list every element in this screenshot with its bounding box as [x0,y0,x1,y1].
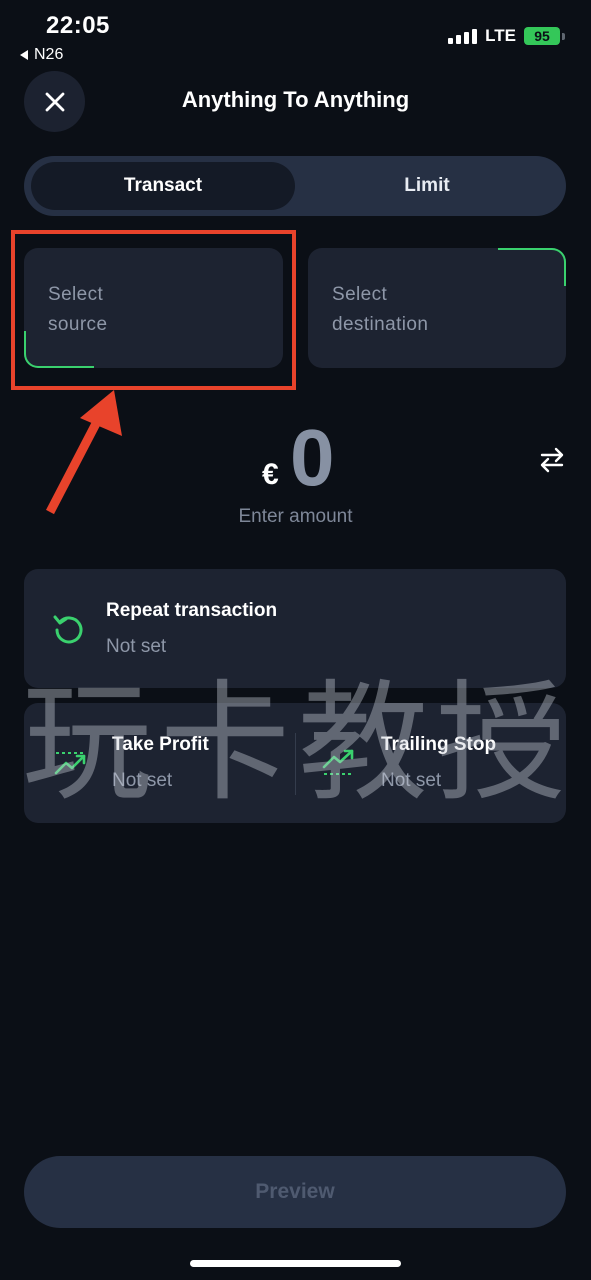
tab-transact[interactable]: Transact [31,162,295,210]
highlight-annotation-box [11,230,296,390]
mode-tabs: Transact Limit [24,156,566,216]
annotation-arrow-icon [46,390,122,515]
repeat-title: Repeat transaction [106,600,278,621]
back-app-label: N26 [34,46,64,63]
preview-button[interactable]: Preview [24,1156,566,1228]
amount-value[interactable]: 0 [290,410,335,506]
amount-hint: Enter amount [238,506,353,527]
trailing-stop-value: Not set [381,770,442,791]
take-profit-value: Not set [112,770,173,791]
repeat-transaction-row[interactable]: Repeat transaction Not set [24,569,566,688]
back-to-app-link[interactable]: N26 [20,46,63,64]
status-indicators: LTE 95 [448,26,565,46]
battery-level: 95 [524,27,560,45]
home-indicator [190,1260,401,1267]
destination-label: Select destination [332,284,429,335]
signal-icon [448,28,478,44]
tab-limit[interactable]: Limit [295,162,559,210]
corner-accent [498,248,566,286]
take-profit-trailing-stop-panel: Take Profit Not set Trailing Stop Not se… [24,703,566,823]
trailing-stop-icon[interactable] [322,749,356,777]
network-label: LTE [485,26,516,45]
repeat-value: Not set [106,636,167,657]
trailing-stop-title[interactable]: Trailing Stop [381,734,496,756]
page-title: Anything To Anything [181,87,410,112]
currency-symbol: € [262,458,279,491]
status-time: 22:05 [46,12,110,39]
select-destination-button[interactable]: Select destination [308,248,566,368]
repeat-icon [53,615,83,644]
take-profit-title[interactable]: Take Profit [112,734,209,756]
battery-icon: 95 [524,27,565,45]
back-arrow-icon [20,50,28,60]
take-profit-icon[interactable] [54,749,88,777]
swap-icon[interactable] [536,444,568,476]
divider [295,733,296,795]
